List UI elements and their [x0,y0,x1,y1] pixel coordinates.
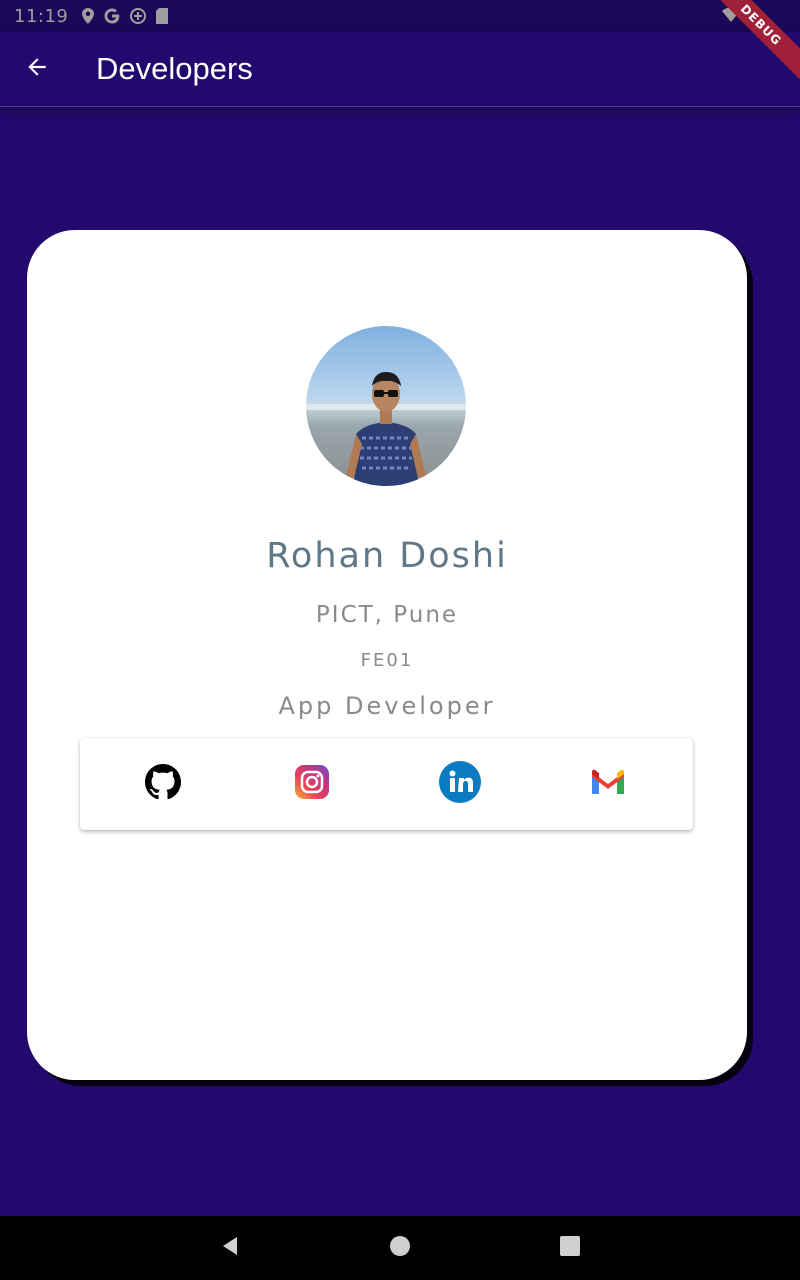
developer-role: App Developer [278,692,496,720]
recents-square-icon [560,1236,580,1260]
github-button[interactable] [145,764,181,804]
gmail-icon [590,768,626,800]
developer-name: Rohan Doshi [266,536,508,576]
status-bar: 11:19 [0,0,800,32]
developer-card: Rohan Doshi PICT, Pune FE01 App Develope… [27,230,747,1080]
home-circle-icon [389,1235,411,1261]
linkedin-icon [438,760,482,808]
profile-photo [306,326,466,486]
nav-back-button[interactable] [198,1216,262,1280]
gmail-button[interactable] [590,766,626,802]
developer-roll: FE01 [360,650,414,671]
instagram-icon [294,764,330,804]
nav-home-button[interactable] [368,1216,432,1280]
sim-card-icon [156,8,169,24]
developer-college: PICT, Pune [315,602,459,628]
status-time: 11:19 [14,5,69,27]
location-icon [82,8,95,24]
nav-recents-button[interactable] [538,1216,602,1280]
github-icon [145,764,181,804]
linkedin-button[interactable] [438,760,482,808]
social-links [80,738,693,830]
arrow-back-icon [24,54,50,84]
status-icons [82,8,169,24]
system-nav-bar [0,1216,800,1280]
instagram-button[interactable] [294,764,330,804]
back-triangle-icon [219,1235,241,1261]
google-icon [104,8,120,24]
back-button[interactable] [13,45,61,93]
app-bar: Developers [0,32,800,107]
page-title: Developers [96,51,253,86]
avatar [306,326,466,486]
data-saver-icon [130,8,147,24]
